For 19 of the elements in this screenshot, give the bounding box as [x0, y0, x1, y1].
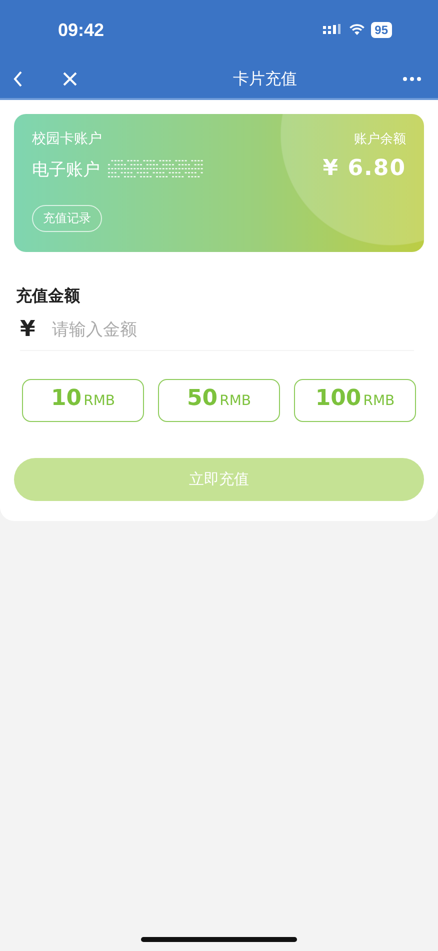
- balance-amount: ¥ 6.80: [322, 156, 406, 181]
- battery-level: 95: [370, 22, 392, 38]
- clock-time: 09:42: [58, 20, 104, 40]
- amount-option[interactable]: 50 RMB: [158, 379, 280, 422]
- balance-label: 账户余额: [353, 131, 406, 148]
- back-icon[interactable]: [12, 70, 24, 88]
- more-icon[interactable]: [402, 76, 422, 82]
- close-icon[interactable]: [62, 71, 78, 87]
- page-title: 卡片充值: [232, 68, 298, 90]
- history-button[interactable]: 充值记录: [32, 205, 102, 232]
- account-type: 校园卡账户: [32, 130, 103, 148]
- account-name: 电子账户: [32, 159, 100, 181]
- amount-option[interactable]: 10 RMB: [22, 379, 144, 422]
- signal-icon: [322, 24, 343, 36]
- currency-symbol: ¥: [20, 317, 36, 342]
- amount-field[interactable]: 请输入金额: [50, 318, 414, 340]
- section-label: 充值金额: [16, 286, 81, 307]
- wifi-icon: [348, 24, 365, 36]
- amount-option[interactable]: 100 RMB: [294, 379, 416, 422]
